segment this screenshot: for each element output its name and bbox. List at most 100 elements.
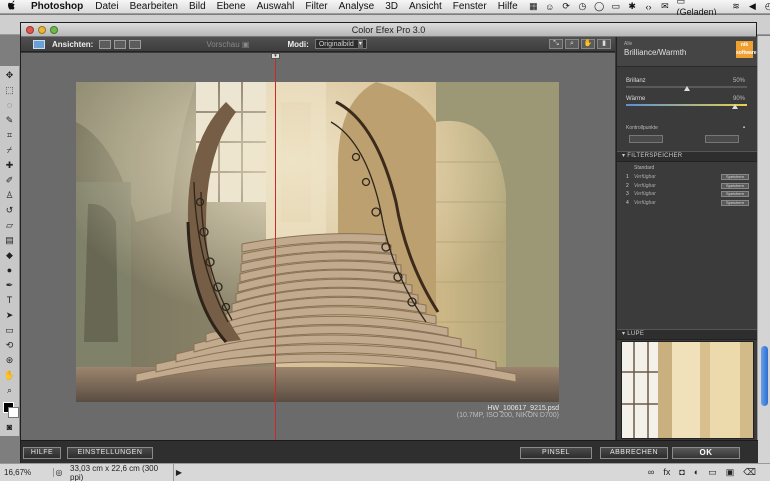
single-view-icon[interactable] <box>33 39 45 49</box>
3d-orbit-tool-icon[interactable]: ⊛ <box>3 354 17 366</box>
split-preview-line[interactable] <box>275 53 276 440</box>
apple-menu-icon[interactable] <box>8 0 17 13</box>
brillanz-slider[interactable]: Brillanz 50% <box>617 75 757 93</box>
trash-icon[interactable]: ⌫ <box>743 467 756 478</box>
menu-ebene[interactable]: Ebene <box>217 1 246 12</box>
slot-label[interactable]: Verfügbar <box>634 174 721 180</box>
spaces-icon[interactable]: ◯ <box>594 1 604 11</box>
dodge-tool-icon[interactable]: ● <box>3 264 17 276</box>
link-layers-icon[interactable]: ∞ <box>648 467 654 478</box>
zoom-icon[interactable]: ⌕ <box>565 39 579 49</box>
waerme-track[interactable] <box>626 104 747 106</box>
menu-app-photoshop[interactable]: Photoshop <box>31 1 83 12</box>
ok-button[interactable]: OK <box>672 447 740 459</box>
healing-tool-icon[interactable]: ✚ <box>3 159 17 171</box>
help-button[interactable]: HILFE <box>23 447 61 459</box>
lupe-header[interactable]: ▾ LUPE <box>617 329 757 340</box>
split-view-icon[interactable] <box>99 39 112 49</box>
save-slot-button[interactable]: Speichern <box>721 191 749 198</box>
flag-icon[interactable]: ✉ <box>660 1 669 11</box>
zoom-tool-icon[interactable]: ⌕ <box>3 384 17 396</box>
menu-analyse[interactable]: Analyse <box>339 1 375 12</box>
new-layer-icon[interactable]: ▣ <box>726 467 735 478</box>
sync-icon[interactable]: ⟳ <box>561 1 570 11</box>
cancel-button[interactable]: ABBRECHEN <box>600 447 668 459</box>
mode-select[interactable]: Originalbild ▾ <box>314 39 367 49</box>
quick-mask-icon[interactable]: ◙ <box>3 421 17 433</box>
save-slot-button[interactable]: Speichern <box>721 182 749 189</box>
stamp-tool-icon[interactable]: ♙ <box>3 189 17 201</box>
bluetooth-icon[interactable]: ✱ <box>628 1 637 11</box>
adjustment-icon[interactable]: ◐ <box>694 467 699 478</box>
menu-hilfe[interactable]: Hilfe <box>498 1 518 12</box>
status-arrow-icon[interactable]: ▶ <box>174 468 184 477</box>
script-menu-icon[interactable]: ▦ <box>529 1 538 11</box>
menu-bearbeiten[interactable]: Bearbeiten <box>130 1 178 12</box>
filterspeicher-header[interactable]: ▾ FILTERSPEICHER <box>617 151 757 162</box>
display-icon[interactable]: ▭ <box>611 1 621 11</box>
quick-select-tool-icon[interactable]: ✎ <box>3 114 17 126</box>
brush-button[interactable]: PINSEL <box>520 447 592 459</box>
path-select-tool-icon[interactable]: ➤ <box>3 309 17 321</box>
preview-canvas[interactable]: ▾ HW_100617_9215.psd (10.7MP, ISO 200, N… <box>21 53 615 440</box>
background-color-icon[interactable]: ▮ <box>597 39 611 49</box>
finder-icon[interactable]: ☺ <box>545 2 554 12</box>
menu-bild[interactable]: Bild <box>189 1 206 12</box>
menu-ansicht[interactable]: Ansicht <box>409 1 442 12</box>
save-slot-button[interactable]: Speichern <box>721 174 749 181</box>
nik-software-logo: nik software <box>736 41 757 58</box>
preview-toggle[interactable]: Vorschau ▣ <box>206 40 249 49</box>
clock-icon[interactable]: ◴ <box>764 1 770 11</box>
slot-label[interactable]: Verfügbar <box>634 200 721 206</box>
move-tool-icon[interactable]: ✥ <box>3 69 17 81</box>
hand-icon[interactable]: ✋ <box>581 39 595 49</box>
history-brush-icon[interactable]: ↺ <box>3 204 17 216</box>
pen-tool-icon[interactable]: ✒ <box>3 279 17 291</box>
slot-label[interactable]: Verfügbar <box>634 183 721 189</box>
fit-view-icon[interactable]: ⤡ <box>549 39 563 49</box>
crop-tool-icon[interactable]: ⌗ <box>3 129 17 141</box>
remove-control-point-button[interactable] <box>705 135 739 143</box>
eraser-tool-icon[interactable]: ▱ <box>3 219 17 231</box>
kontrollpunkte-toggle-icon[interactable]: ▪ <box>743 125 745 131</box>
background-color-swatch[interactable] <box>8 407 19 418</box>
zoom-level[interactable]: 16,67% <box>0 468 54 477</box>
eyedropper-tool-icon[interactable]: ⌿ <box>3 144 17 156</box>
blur-tool-icon[interactable]: ◆ <box>3 249 17 261</box>
brillanz-thumb[interactable] <box>683 86 690 91</box>
hand-tool-icon[interactable]: ✋ <box>3 369 17 381</box>
slot-label[interactable]: Verfügbar <box>634 191 721 197</box>
menu-datei[interactable]: Datei <box>95 1 118 12</box>
views-label: Ansichten: <box>52 39 94 49</box>
brush-tool-icon[interactable]: ✐ <box>3 174 17 186</box>
group-icon[interactable]: ▭ <box>708 467 717 478</box>
mask-icon[interactable]: ◘ <box>679 467 684 478</box>
waerme-slider[interactable]: Wärme 90% <box>617 93 757 111</box>
settings-button[interactable]: EINSTELLUNGEN <box>67 447 153 459</box>
wifi-icon[interactable]: ≋ <box>731 1 740 11</box>
3d-rotate-tool-icon[interactable]: ⟲ <box>3 339 17 351</box>
time-machine-icon[interactable]: ◷ <box>578 1 587 11</box>
menu-filter[interactable]: Filter <box>305 1 327 12</box>
shape-tool-icon[interactable]: ▭ <box>3 324 17 336</box>
split-handle-icon[interactable]: ▾ <box>271 53 280 59</box>
lasso-tool-icon[interactable]: ◌ <box>3 99 17 111</box>
marquee-tool-icon[interactable]: ⬚ <box>3 84 17 96</box>
list-item: 2 Verfügbar Speichern <box>626 182 749 191</box>
menu-fenster[interactable]: Fenster <box>453 1 487 12</box>
type-tool-icon[interactable]: T <box>3 294 17 306</box>
volume-icon[interactable]: ◀ <box>748 1 757 11</box>
menu-3d[interactable]: 3D <box>385 1 398 12</box>
standard-label[interactable]: Standard <box>634 165 749 171</box>
save-slot-button[interactable]: Speichern <box>721 199 749 206</box>
dual-view-icon[interactable] <box>129 39 142 49</box>
status-menu-icon[interactable]: ◎ <box>54 468 64 477</box>
side-by-side-view-icon[interactable] <box>114 39 127 49</box>
menu-auswahl[interactable]: Auswahl <box>257 1 295 12</box>
gradient-tool-icon[interactable]: ▤ <box>3 234 17 246</box>
add-control-point-button[interactable] <box>629 135 663 143</box>
fx-icon[interactable]: fx <box>663 467 670 478</box>
keyboard-icon[interactable]: ‹› <box>644 2 653 12</box>
vertical-scrollbar-thumb[interactable] <box>761 346 768 406</box>
waerme-thumb[interactable] <box>731 104 738 109</box>
